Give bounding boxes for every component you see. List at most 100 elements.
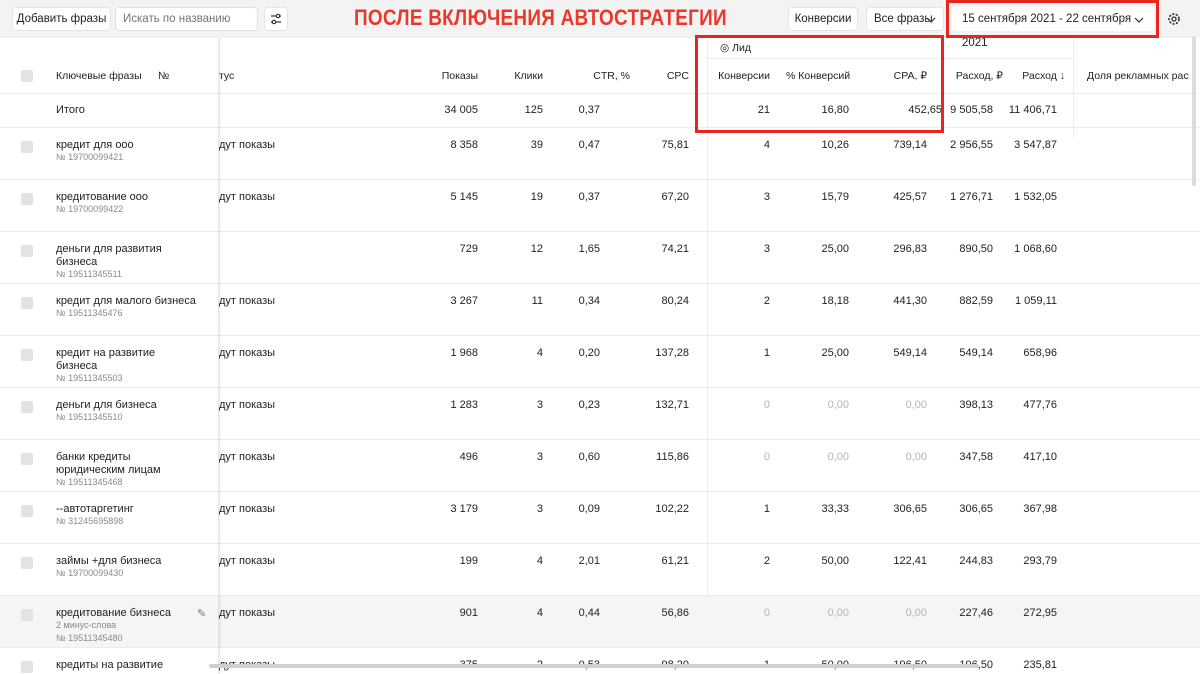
row-checkbox[interactable]	[21, 609, 33, 621]
ctr-cell: 0,34	[578, 295, 600, 307]
row-checkbox[interactable]	[21, 401, 33, 413]
row-checkbox[interactable]	[21, 349, 33, 361]
row-checkbox[interactable]	[21, 505, 33, 517]
clicks-header[interactable]: Клики	[485, 70, 543, 82]
keyword-text[interactable]: кредит для ооо	[56, 139, 134, 151]
search-input[interactable]	[115, 7, 258, 31]
clicks-cell: 3	[536, 451, 543, 463]
spend2-cell: 1 059,11	[1014, 295, 1057, 307]
cpc-header[interactable]: CPC	[631, 70, 689, 82]
ctr-header[interactable]: CTR, %	[572, 70, 630, 82]
keyword-text[interactable]: деньги для бизнеса	[56, 399, 157, 411]
cpa-header[interactable]: CPA, ₽	[857, 70, 927, 82]
spend2-cell: 293,79	[1023, 555, 1057, 567]
total-label: Итого	[56, 104, 85, 116]
impressions-cell: 496	[459, 451, 478, 463]
all-phrases-label: Все фразы	[874, 13, 933, 25]
row-checkbox[interactable]	[21, 141, 33, 153]
filter-settings-button[interactable]	[264, 7, 288, 31]
keyword-text[interactable]: кредит для малого бизнеса	[56, 295, 196, 307]
cpa-cell: 0,00	[905, 451, 927, 463]
total-cpa: 452,65	[908, 104, 942, 116]
conversions-cell: 4	[763, 139, 770, 151]
ctr-cell: 2,01	[578, 555, 600, 567]
all-phrases-dropdown[interactable]: Все фразы	[866, 7, 944, 31]
conversions-button[interactable]: Конверсии	[788, 7, 858, 31]
conversions-header[interactable]: Конверсии	[712, 70, 770, 82]
total-spend: 9 505,58	[950, 104, 993, 116]
add-phrases-button[interactable]: Добавить фразы	[12, 7, 111, 31]
column-separator	[1073, 38, 1074, 138]
row-separator	[0, 439, 1200, 440]
row-checkbox[interactable]	[21, 661, 33, 673]
frozen-column-shadow	[218, 38, 222, 674]
spend-cell: 347,58	[959, 451, 993, 463]
keyword-text[interactable]: --автотаргетинг	[56, 503, 134, 515]
ctr-cell: 0,37	[578, 191, 600, 203]
keyword-text[interactable]: банки кредиты	[56, 451, 131, 463]
date-range-picker[interactable]: 15 сентября 2021 - 22 сентября 2021	[952, 7, 1154, 49]
spend2-cell: 477,76	[1023, 399, 1057, 411]
conv-rate-cell: 50,00	[821, 555, 849, 567]
keyword-text[interactable]: кредитование бизнеса	[56, 607, 171, 619]
keywords-header[interactable]: Ключевые фразы	[56, 70, 142, 82]
cpc-cell: 115,86	[656, 451, 689, 463]
conversions-cell: 0	[763, 451, 770, 463]
row-checkbox[interactable]	[21, 297, 33, 309]
clicks-cell: 19	[530, 191, 543, 203]
impressions-cell: 5 145	[450, 191, 478, 203]
conv-rate-header[interactable]: % Конверсий	[786, 70, 850, 82]
impressions-header[interactable]: Показы	[420, 70, 478, 82]
row-checkbox[interactable]	[21, 557, 33, 569]
status-text: дут показы	[219, 295, 276, 307]
row-checkbox[interactable]	[21, 193, 33, 205]
spend2-cell: 417,10	[1023, 451, 1057, 463]
vertical-scrollbar[interactable]	[1192, 36, 1196, 186]
status-text: дут показы	[219, 347, 276, 359]
ctr-cell: 0,09	[578, 503, 600, 515]
keyword-text[interactable]: займы +для бизнеса	[56, 555, 161, 567]
ad-share-header[interactable]: Доля рекламных рас	[1087, 70, 1189, 82]
status-text: дут показы	[219, 607, 276, 619]
clicks-cell: 4	[536, 347, 543, 359]
conversions-cell: 3	[763, 191, 770, 203]
spend-cell: 882,59	[959, 295, 993, 307]
ctr-cell: 0,47	[578, 139, 600, 151]
row-separator	[0, 283, 1200, 284]
select-all-checkbox[interactable]	[21, 70, 33, 82]
chevron-down-icon	[1134, 17, 1144, 23]
row-checkbox[interactable]	[21, 245, 33, 257]
clicks-cell: 3	[536, 399, 543, 411]
spend-cell: 306,65	[959, 503, 993, 515]
horizontal-scrollbar[interactable]	[209, 664, 979, 668]
conversions-cell: 3	[763, 243, 770, 255]
row-separator	[0, 231, 1200, 232]
cpc-cell: 74,21	[661, 243, 689, 255]
total-conversions: 21	[757, 104, 770, 116]
spend2-cell: 3 547,87	[1014, 139, 1057, 151]
impressions-cell: 1 968	[450, 347, 478, 359]
conv-rate-cell: 25,00	[821, 243, 849, 255]
keyword-id: № 19511345510	[56, 412, 123, 422]
spend-header[interactable]: Расход, ₽	[940, 70, 1003, 82]
settings-button[interactable]	[1162, 7, 1186, 31]
conversions-cell: 0	[763, 399, 770, 411]
keyword-text[interactable]: кредит на развитие	[56, 347, 155, 359]
total-bottom-line	[0, 127, 1200, 128]
goal-label: ◎ Лид	[720, 42, 751, 54]
total-ctr: 0,37	[578, 104, 600, 116]
keyword-text-line2: бизнеса	[56, 360, 98, 372]
keyword-text[interactable]: деньги для развития	[56, 243, 162, 255]
row-checkbox[interactable]	[21, 453, 33, 465]
cpc-cell: 67,20	[661, 191, 689, 203]
spend-cell: 890,50	[959, 243, 993, 255]
keyword-text[interactable]: кредиты на развитие	[56, 659, 163, 671]
spend-cell: 2 956,55	[950, 139, 993, 151]
spend-sorted-header[interactable]: Расход ↓	[1008, 70, 1065, 82]
conversions-cell: 1	[763, 503, 770, 515]
keyword-text[interactable]: кредитование ооо	[56, 191, 148, 203]
status-text: дут показы	[219, 191, 276, 203]
edit-pencil-icon[interactable]: ✎	[197, 607, 206, 620]
keyword-id: № 19511345480	[56, 633, 123, 643]
status-text: дут показы	[219, 503, 276, 515]
